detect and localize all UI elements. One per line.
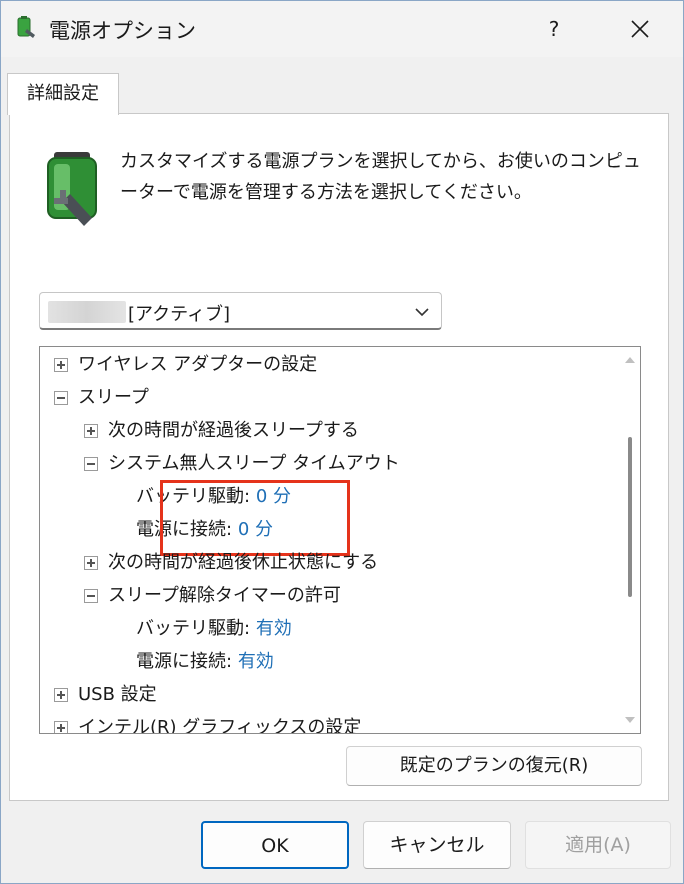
restore-defaults-button[interactable]: 既定のプランの復元(R) bbox=[346, 746, 642, 786]
cancel-button[interactable]: キャンセル bbox=[363, 821, 511, 869]
description-line-2: ーターで電源を管理する方法を選択してください。 bbox=[120, 182, 532, 203]
setting-value-link[interactable]: 有効 bbox=[256, 618, 292, 639]
expand-plus-icon[interactable] bbox=[84, 424, 98, 438]
help-button[interactable]: ? bbox=[531, 7, 577, 51]
ok-button[interactable]: OK bbox=[201, 821, 349, 869]
setting-label: バッテリ駆動: bbox=[136, 618, 251, 639]
tree-item-label: スリープ bbox=[78, 387, 149, 408]
setting-value-link[interactable]: 有効 bbox=[238, 651, 274, 672]
power-plan-dropdown[interactable]: [アクティブ] bbox=[39, 292, 442, 330]
title-bar[interactable]: 電源オプション ? bbox=[1, 1, 683, 57]
plan-selected-value: [アクティブ] bbox=[128, 304, 231, 325]
tree-item-label: スリープ解除タイマーの許可 bbox=[108, 585, 341, 606]
expand-plus-icon[interactable] bbox=[84, 556, 98, 570]
tree-item-label: 次の時間が経過後休止状態にする bbox=[108, 552, 379, 573]
collapse-minus-icon[interactable] bbox=[54, 391, 68, 405]
window-title: 電源オプション bbox=[49, 19, 196, 43]
tree-item-label: ワイヤレス アダプターの設定 bbox=[78, 354, 318, 375]
description-line-1: カスタマイズする電源プランを選択してから、お使いのコンピュ bbox=[120, 151, 641, 172]
tree-item-label: インテル(R) グラフィックスの設定 bbox=[78, 717, 362, 734]
description-text: カスタマイズする電源プランを選択してから、お使いのコンピュ ーターで電源を管理す… bbox=[120, 146, 660, 208]
highlight-box bbox=[160, 480, 350, 556]
collapse-minus-icon[interactable] bbox=[84, 589, 98, 603]
tree-item-label: システム無人スリープ タイムアウト bbox=[108, 453, 400, 474]
setting-wake-on-battery[interactable]: バッテリ駆動: 有効 bbox=[136, 613, 292, 645]
settings-tree[interactable]: ワイヤレス アダプターの設定 スリープ 次の時間が経過後スリープする システム無… bbox=[39, 346, 641, 734]
expand-plus-icon[interactable] bbox=[54, 721, 68, 733]
redacted-plan-name bbox=[48, 301, 126, 323]
advanced-settings-panel: カスタマイズする電源プランを選択してから、お使いのコンピュ ーターで電源を管理す… bbox=[9, 113, 669, 801]
expand-plus-icon[interactable] bbox=[54, 688, 68, 702]
power-options-window: 電源オプション ? 詳細設定 カスタマイズする電源プランを選択してから、お使いの… bbox=[0, 0, 684, 884]
setting-wake-plugged-in[interactable]: 電源に接続: 有効 bbox=[136, 646, 274, 678]
scroll-down-arrow-icon[interactable] bbox=[624, 715, 636, 725]
expand-plus-icon[interactable] bbox=[54, 358, 68, 372]
power-plan-icon bbox=[17, 16, 35, 38]
tree-item-label: 次の時間が経過後スリープする bbox=[108, 420, 359, 441]
apply-button[interactable]: 適用(A) bbox=[525, 821, 671, 869]
collapse-minus-icon[interactable] bbox=[84, 457, 98, 471]
setting-label: 電源に接続: bbox=[136, 651, 233, 672]
chevron-down-icon bbox=[415, 308, 429, 317]
close-icon[interactable] bbox=[615, 7, 665, 51]
tab-advanced-settings[interactable]: 詳細設定 bbox=[7, 73, 119, 115]
scroll-thumb[interactable] bbox=[628, 437, 632, 597]
tree-scrollbar[interactable] bbox=[620, 347, 640, 733]
tree-item-label: USB 設定 bbox=[78, 684, 157, 705]
scroll-up-arrow-icon[interactable] bbox=[624, 355, 636, 365]
battery-plug-icon bbox=[47, 152, 97, 226]
